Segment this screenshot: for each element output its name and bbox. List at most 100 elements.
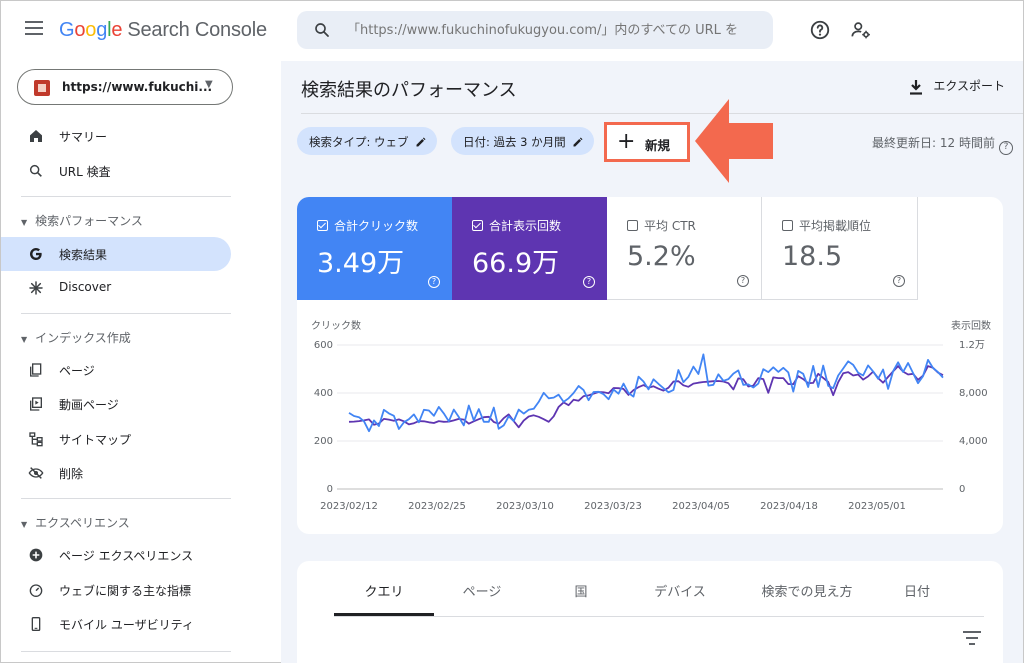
help-icon[interactable]: [809, 19, 831, 41]
sidebar-item-removals[interactable]: 削除: [1, 456, 231, 490]
y-tick-label-right: 8,000: [959, 388, 988, 399]
plus-icon: +: [617, 129, 636, 154]
help-icon[interactable]: ?: [999, 141, 1013, 155]
filter-rows-icon[interactable]: [963, 631, 981, 645]
x-tick-label: 2023/05/01: [848, 501, 906, 512]
x-tick-label: 2023/02/12: [320, 501, 378, 512]
page-title: 検索結果のパフォーマンス: [301, 80, 517, 101]
sidebar-divider: [21, 651, 231, 652]
main-content: 検索結果のパフォーマンス エクスポート 検索タイプ: ウェブ 日付: 過去 3 …: [281, 61, 1023, 663]
property-label: https://www.fukuchi...: [62, 80, 213, 94]
performance-card: 合計クリック数 3.49万 ? 合計表示回数 66.9万 ? 平均 CTR 5.…: [297, 197, 1003, 534]
y-tick-label-left: 400: [314, 388, 333, 399]
performance-chart: クリック数 表示回数 600 1.2万 400 8,000 200 4,000 0 0 2023/0…: [311, 319, 991, 512]
filter-chip-date[interactable]: 日付: 過去 3 か月間: [451, 127, 594, 155]
download-icon: [910, 79, 923, 95]
y-axis-label-right: 表示回数: [951, 319, 991, 332]
sidebar-item-search-results[interactable]: 検索結果: [1, 237, 231, 271]
plus-circle-icon: [29, 548, 43, 562]
metric-total-clicks[interactable]: 合計クリック数 3.49万 ?: [297, 197, 452, 300]
search-icon: [29, 164, 42, 177]
metric-value: 5.2%: [627, 241, 696, 272]
user-settings-icon[interactable]: [850, 19, 872, 41]
tab-divider: [334, 616, 984, 617]
last-updated: 最終更新日: 12 時間前?: [872, 134, 1013, 155]
help-icon[interactable]: ?: [428, 276, 440, 288]
help-icon[interactable]: ?: [893, 275, 905, 287]
search-console-logo[interactable]: Google Search Console: [59, 19, 267, 42]
sitemap-icon: [29, 432, 43, 447]
edit-icon[interactable]: [572, 136, 584, 148]
help-icon[interactable]: ?: [583, 276, 595, 288]
property-selector[interactable]: https://www.fukuchi... ▼: [17, 69, 233, 105]
x-tick-label: 2023/04/18: [760, 501, 818, 512]
sidebar-item-video-pages[interactable]: 動画ページ: [1, 387, 231, 421]
y-axis-label-left: クリック数: [311, 319, 361, 332]
metric-average-ctr[interactable]: 平均 CTR 5.2% ?: [607, 197, 762, 300]
section-indexing[interactable]: ▼ インデックス作成: [21, 329, 131, 346]
sidebar-divider: [21, 313, 231, 314]
asterisk-icon: [29, 281, 43, 295]
metric-average-position[interactable]: 平均掲載順位 18.5 ?: [762, 197, 918, 300]
sidebar-item-page-experience[interactable]: ページ エクスペリエンス: [1, 538, 231, 572]
tab-pages[interactable]: ページ: [432, 581, 532, 600]
checkbox-icon[interactable]: [472, 220, 483, 231]
y-tick-label-left: 600: [314, 340, 333, 351]
header-divider: [301, 113, 1023, 114]
checkbox-icon[interactable]: [627, 220, 638, 231]
help-icon[interactable]: ?: [737, 275, 749, 287]
dimension-tabs: クエリ ページ 国 デバイス 検索での見え方 日付: [297, 561, 1003, 663]
phone-icon: [31, 617, 41, 631]
pages-icon: [30, 363, 42, 377]
sidebar: https://www.fukuchi... ▼ サマリー URL 検査 ▼ 検索…: [1, 61, 249, 661]
top-bar: Google Search Console: [1, 1, 1023, 61]
search-input[interactable]: [347, 11, 767, 49]
filter-chip-search-type[interactable]: 検索タイプ: ウェブ: [297, 127, 437, 155]
checkbox-icon[interactable]: [317, 220, 328, 231]
y-tick-label-right: 0: [959, 484, 965, 495]
sidebar-item-pages[interactable]: ページ: [1, 353, 231, 387]
y-tick-label-left: 0: [327, 484, 333, 495]
section-search-performance[interactable]: ▼ 検索パフォーマンス: [21, 212, 143, 229]
new-filter-button[interactable]: + 新規: [604, 122, 690, 162]
dropdown-arrow-icon: ▼: [205, 79, 213, 90]
sidebar-item-core-web-vitals[interactable]: ウェブに関する主な指標: [1, 573, 231, 607]
y-tick-label-right: 4,000: [959, 436, 988, 447]
sidebar-divider: [21, 196, 231, 197]
annotation-arrow-icon: [695, 99, 773, 183]
app-window: GoogleSearch Console https://www.fukuchi…: [0, 0, 1024, 663]
tab-active-indicator: [334, 613, 434, 616]
sidebar-item-url-inspection[interactable]: URL 検査: [1, 154, 231, 188]
tab-dates[interactable]: 日付: [867, 581, 967, 600]
search-icon: [315, 23, 329, 37]
video-icon: [30, 397, 42, 411]
x-tick-label: 2023/03/10: [496, 501, 554, 512]
y-tick-label-right: 1.2万: [959, 340, 985, 351]
sidebar-item-mobile-usability[interactable]: モバイル ユーザビリティ: [1, 607, 231, 641]
edit-icon[interactable]: [415, 136, 427, 148]
home-icon: [30, 130, 42, 142]
search-box[interactable]: [297, 11, 773, 49]
tab-devices[interactable]: デバイス: [630, 581, 730, 600]
x-tick-label: 2023/04/05: [672, 501, 730, 512]
tab-search-appearance[interactable]: 検索での見え方: [747, 581, 867, 600]
export-button[interactable]: エクスポート: [909, 77, 1005, 95]
tab-countries[interactable]: 国: [531, 581, 631, 600]
google-g-icon: [30, 248, 42, 260]
sidebar-item-sitemaps[interactable]: サイトマップ: [1, 422, 231, 456]
checkbox-icon[interactable]: [782, 220, 793, 231]
metric-total-impressions[interactable]: 合計表示回数 66.9万 ?: [452, 197, 607, 300]
metric-value: 66.9万: [472, 248, 560, 279]
x-tick-label: 2023/03/23: [584, 501, 642, 512]
menu-icon[interactable]: [25, 21, 43, 35]
sidebar-item-summary[interactable]: サマリー: [1, 119, 231, 153]
x-tick-label: 2023/02/25: [408, 501, 466, 512]
gauge-icon: [29, 584, 43, 597]
tab-queries[interactable]: クエリ: [334, 581, 434, 600]
series-line-impressions: [348, 365, 944, 429]
metric-value: 18.5: [782, 241, 843, 272]
section-experience[interactable]: ▼ エクスペリエンス: [21, 514, 130, 531]
y-tick-label-left: 200: [314, 436, 333, 447]
site-favicon-icon: [34, 80, 50, 96]
sidebar-item-discover[interactable]: Discover: [1, 271, 231, 305]
